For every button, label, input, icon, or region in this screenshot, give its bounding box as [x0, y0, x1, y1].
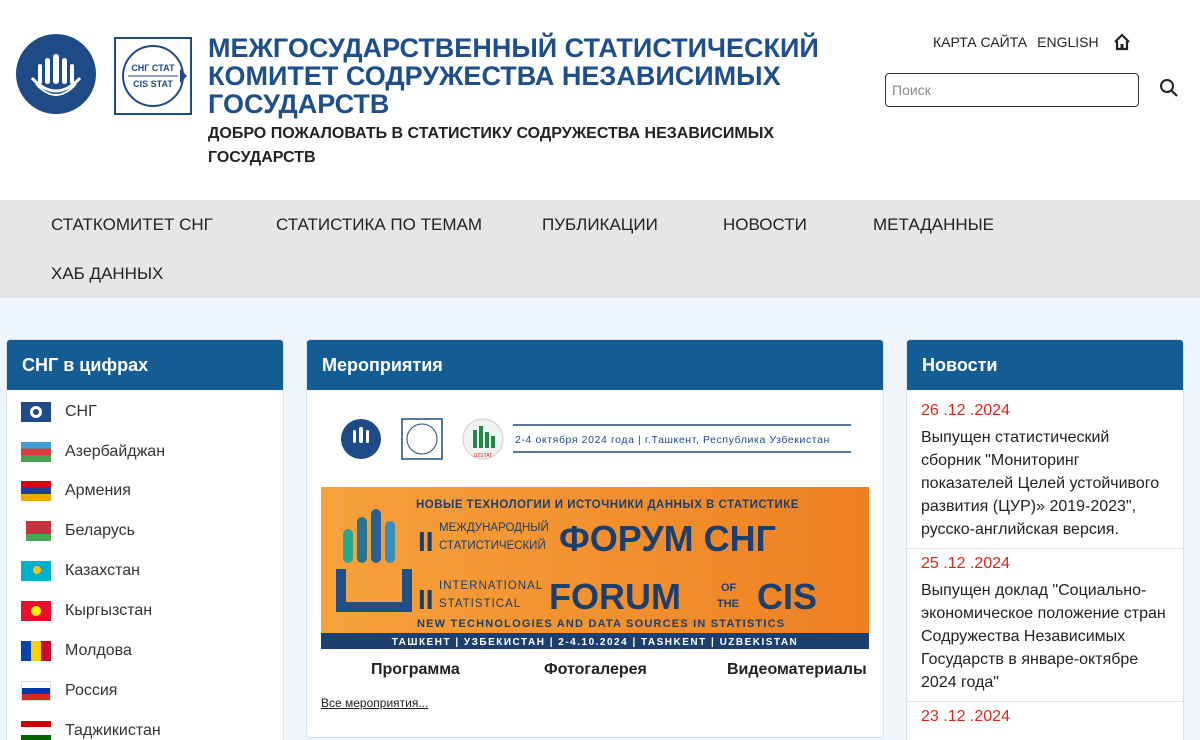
kazakhstan-flag-icon: [21, 561, 51, 581]
english-link[interactable]: ENGLISH: [1037, 34, 1098, 50]
country-label: Таджикистан: [65, 722, 161, 739]
svg-text:СТАТИСТИЧЕСКИЙ: СТАТИСТИЧЕСКИЙ: [439, 539, 546, 552]
country-item-cis[interactable]: СНГ: [21, 402, 97, 422]
cis-numbers-panel: СНГ в цифрах СНГ Азербайджан Армения Бел…: [6, 339, 284, 740]
svg-text:INTERNATIONAL: INTERNATIONAL: [439, 580, 543, 592]
tajikistan-flag-icon: [21, 721, 51, 740]
svg-text:МЕЖДУНАРОДНЫЙ: МЕЖДУНАРОДНЫЙ: [439, 521, 549, 534]
country-item-belarus[interactable]: Беларусь: [21, 521, 135, 541]
site-subtitle: ДОБРО ПОЖАЛОВАТЬ В СТАТИСТИКУ СОДРУЖЕСТВ…: [208, 125, 775, 166]
nav-statcommittee[interactable]: СТАТКОМИТЕТ СНГ: [51, 215, 213, 235]
country-item-russia[interactable]: Россия: [21, 681, 117, 701]
search-icon: [1160, 79, 1178, 97]
nav-metadata[interactable]: МЕТАДАННЫЕ: [873, 215, 994, 235]
logo-text-ru: СНГ СТАТ: [131, 63, 175, 73]
event-date-caption: 2-4 октября 2024 года | г.Ташкент, Респу…: [515, 434, 830, 446]
cis-flag-icon: [21, 402, 51, 422]
nav-news[interactable]: НОВОСТИ: [723, 215, 807, 235]
nav-statistics-by-topic[interactable]: СТАТИСТИКА ПО ТЕМАМ: [276, 215, 482, 235]
cis-stat-logo[interactable]: СНГ СТАТ CIS STAT: [114, 37, 192, 115]
svg-text:NEW TECHNOLOGIES AND DATA SOUR: NEW TECHNOLOGIES AND DATA SOURCES IN STA…: [417, 618, 785, 630]
russia-flag-icon: [21, 681, 51, 701]
events-heading: Мероприятия: [307, 340, 883, 390]
news-date: 26 .12 .2024: [921, 402, 1010, 419]
site-header: СНГ СТАТ CIS STAT Межгосударственный ста…: [0, 0, 1200, 200]
photo-gallery-link[interactable]: Фотогалерея: [544, 661, 647, 679]
moldova-flag-icon: [21, 641, 51, 661]
country-label: Россия: [65, 682, 118, 699]
news-item[interactable]: 25 .12 .2024 Выпущен доклад "Социально-э…: [907, 555, 1183, 702]
svg-text:FORUM: FORUM: [549, 576, 681, 617]
svg-text:НОВЫЕ ТЕХНОЛОГИИ И ИСТОЧНИКИ Д: НОВЫЕ ТЕХНОЛОГИИ И ИСТОЧНИКИ ДАННЫХ В СТ…: [416, 499, 799, 511]
azerbaijan-flag-icon: [21, 442, 51, 462]
news-text[interactable]: Выпущен статистический сборник "Монитори…: [921, 426, 1171, 541]
svg-text:ФОРУМ СНГ: ФОРУМ СНГ: [559, 518, 776, 559]
news-panel: Новости 26 .12 .2024 Выпущен статистичес…: [906, 339, 1184, 740]
country-item-armenia[interactable]: Армения: [21, 481, 131, 501]
news-date: 23 .12 .2024: [921, 708, 1010, 725]
country-label: Беларусь: [65, 522, 135, 539]
cis-stat-small-icon: [401, 418, 443, 460]
country-label: Армения: [65, 482, 131, 499]
news-item[interactable]: 23 .12 .2024: [907, 708, 1183, 740]
svg-text:THE: THE: [717, 598, 739, 610]
country-label: Молдова: [65, 642, 132, 659]
country-label: Кыргызстан: [65, 602, 153, 619]
nav-data-hub[interactable]: ХАБ ДАННЫХ: [51, 264, 163, 284]
search-input[interactable]: [885, 73, 1139, 107]
video-materials-link[interactable]: Видеоматериалы: [727, 661, 867, 679]
country-item-kyrgyzstan[interactable]: Кыргызстан: [21, 601, 152, 621]
svg-text:OF: OF: [721, 582, 737, 594]
main-nav: СТАТКОМИТЕТ СНГ СТАТИСТИКА ПО ТЕМАМ ПУБЛ…: [0, 200, 1200, 298]
kyrgyzstan-flag-icon: [21, 601, 51, 621]
armenia-flag-icon: [21, 481, 51, 501]
cis-emblem-logo[interactable]: [16, 34, 96, 114]
svg-text:II: II: [418, 526, 434, 557]
svg-text:UZSTAT: UZSTAT: [474, 453, 493, 459]
country-label: Азербайджан: [65, 443, 166, 460]
country-label: СНГ: [65, 403, 97, 420]
program-link[interactable]: Программа: [371, 661, 460, 679]
country-label: Казахстан: [65, 562, 140, 579]
country-item-tajikistan[interactable]: Таджикистан: [21, 721, 161, 740]
all-events-link[interactable]: Все мероприятия...: [321, 696, 428, 710]
svg-text:ТАШКЕНТ | УЗБЕКИСТАН | 2-4.10.: ТАШКЕНТ | УЗБЕКИСТАН | 2-4.10.2024 | TAS…: [392, 637, 799, 648]
country-item-moldova[interactable]: Молдова: [21, 641, 132, 661]
site-title: Межгосударственный статистический комите…: [208, 33, 819, 119]
news-item[interactable]: 26 .12 .2024 Выпущен статистический сбор…: [907, 402, 1183, 549]
country-item-azerbaijan[interactable]: Азербайджан: [21, 442, 165, 462]
belarus-flag-icon: [21, 521, 51, 541]
events-panel: Мероприятия UZSTAT 2-4 октября 2024 года…: [306, 339, 884, 738]
event-logos-strip[interactable]: UZSTAT 2-4 октября 2024 года | г.Ташкент…: [341, 416, 861, 462]
logo-text-en: CIS STAT: [133, 79, 173, 89]
sitemap-link[interactable]: КАРТА САЙТА: [933, 34, 1027, 50]
news-heading: Новости: [907, 340, 1183, 390]
search-button[interactable]: [1158, 78, 1180, 100]
nav-publications[interactable]: ПУБЛИКАЦИИ: [542, 215, 658, 235]
cis-numbers-heading: СНГ в цифрах: [7, 340, 283, 390]
forum-banner[interactable]: НОВЫЕ ТЕХНОЛОГИИ И ИСТОЧНИКИ ДАННЫХ В СТ…: [321, 487, 869, 649]
home-icon[interactable]: [1113, 33, 1131, 51]
news-text[interactable]: Выпущен доклад "Социально-экономическое …: [921, 579, 1171, 694]
svg-text:CIS: CIS: [757, 576, 817, 617]
country-item-kazakhstan[interactable]: Казахстан: [21, 561, 140, 581]
news-date: 25 .12 .2024: [921, 555, 1010, 572]
top-links: КАРТА САЙТА ENGLISH: [933, 33, 1131, 51]
svg-text:II: II: [418, 584, 434, 615]
svg-text:STATISTICAL: STATISTICAL: [439, 598, 521, 610]
